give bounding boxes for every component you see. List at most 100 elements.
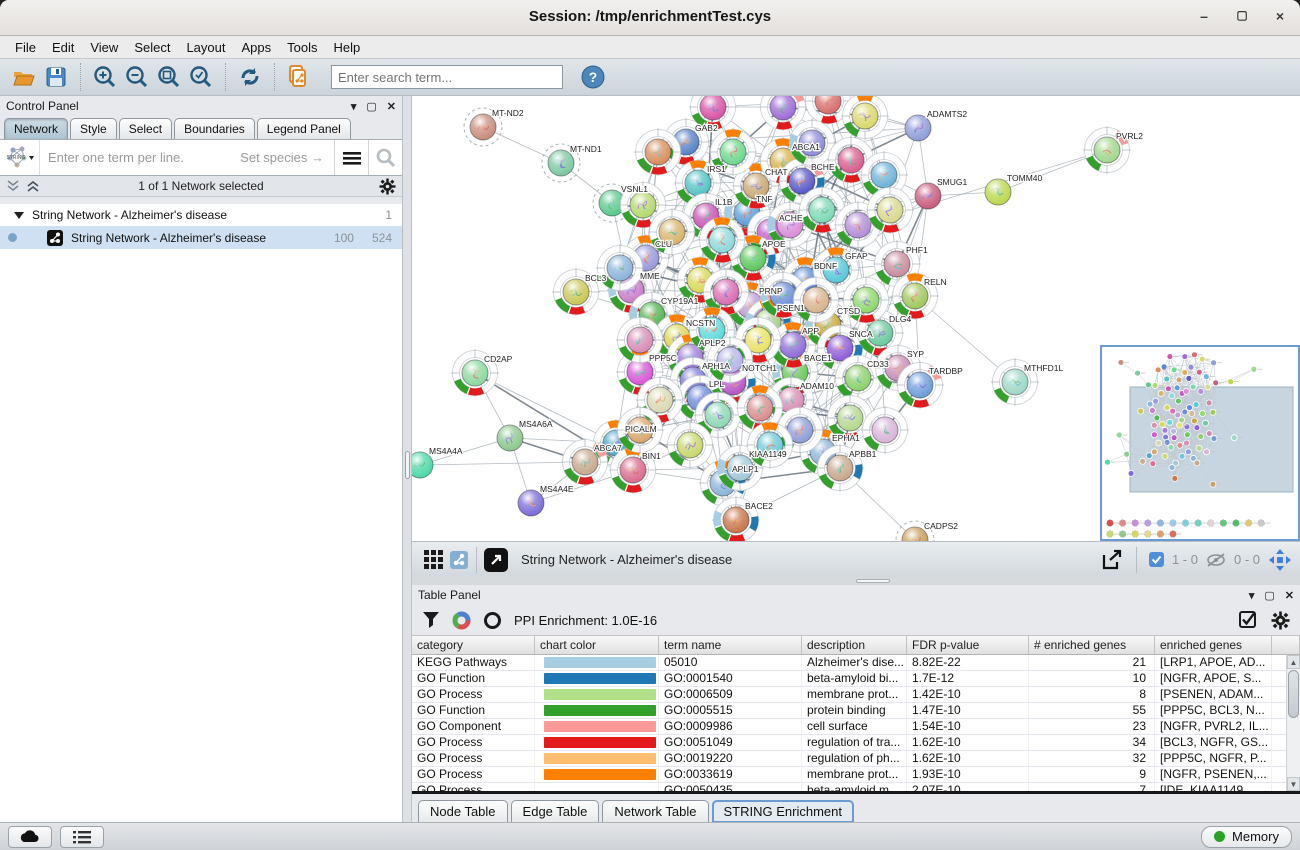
float-panel-icon[interactable]: ▢ — [1264, 589, 1274, 602]
tab-edge-table[interactable]: Edge Table — [511, 800, 600, 823]
tab-network-table[interactable]: Network Table — [602, 800, 708, 823]
birds-eye-toggle-icon[interactable] — [446, 544, 472, 576]
cell-category: GO Process — [412, 687, 535, 702]
app-store-cloud-button[interactable] — [8, 826, 52, 848]
close-button[interactable]: × — [1272, 8, 1288, 24]
svg-text:?: ? — [589, 69, 598, 85]
column-header-chart-color[interactable]: chart color — [535, 635, 659, 655]
column-header-FDR-p-value[interactable]: FDR p-value — [907, 635, 1029, 655]
column-header-term-name[interactable]: term name — [659, 635, 802, 655]
table-row[interactable]: GO ProcessGO:0051049regulation of tra...… — [412, 735, 1300, 751]
tab-node-table[interactable]: Node Table — [418, 800, 508, 823]
edge-count: 524 — [372, 231, 392, 245]
float-panel-icon[interactable]: ▢ — [366, 100, 376, 113]
table-row[interactable]: GO ProcessGO:0019220regulation of ph...1… — [412, 751, 1300, 767]
tab-legend-panel[interactable]: Legend Panel — [257, 118, 351, 139]
table-row[interactable]: GO ProcessGO:0050435beta-amyloid m...2.0… — [412, 783, 1300, 791]
control-panel: Control Panel ▾ ▢ ✕ NetworkStyleSelectBo… — [0, 96, 403, 822]
column-header-description[interactable]: description — [802, 635, 907, 655]
splitter-handle[interactable] — [856, 579, 890, 583]
menu-item-layout[interactable]: Layout — [179, 39, 232, 56]
network-collection-row[interactable]: String Network - Alzheimer's disease 1 — [0, 204, 402, 226]
network-row-selected[interactable]: String Network - Alzheimer's disease 100… — [0, 226, 402, 249]
table-row[interactable]: GO ProcessGO:0006509membrane prot...1.42… — [412, 687, 1300, 703]
refresh-icon[interactable] — [234, 61, 266, 93]
settings-gear-icon[interactable] — [1271, 611, 1290, 630]
scroll-thumb[interactable] — [1288, 670, 1299, 718]
search-input[interactable] — [331, 65, 563, 89]
detach-view-icon[interactable] — [481, 544, 511, 576]
zoom-selected-button[interactable] — [185, 61, 217, 93]
node-label: APP — [802, 326, 819, 336]
network-view-title: String Network - Alzheimer's disease — [521, 552, 732, 567]
column-header-enriched-genes[interactable]: enriched genes — [1155, 635, 1272, 655]
help-icon[interactable]: ? — [577, 61, 609, 93]
tab-string-enrichment[interactable]: STRING Enrichment — [712, 800, 854, 823]
node-label: PHF1 — [906, 245, 928, 255]
draw-charts-icon[interactable] — [452, 611, 471, 630]
menu-item-view[interactable]: View — [83, 39, 125, 56]
table-row[interactable]: GO FunctionGO:0001540beta-amyloid bi...1… — [412, 671, 1300, 687]
node-label: IRS1 — [707, 164, 726, 174]
chart-color-swatch — [544, 737, 656, 748]
hidden-nodes-eye-icon[interactable] — [1206, 552, 1226, 568]
string-options-icon[interactable] — [334, 140, 368, 175]
cell-term-name: GO:0050435 — [659, 783, 802, 791]
close-panel-icon[interactable]: ✕ — [387, 100, 396, 113]
task-history-button[interactable] — [60, 826, 104, 848]
reset-charts-icon[interactable] — [483, 611, 502, 630]
set-species-hint[interactable]: Set species → — [240, 150, 334, 165]
close-panel-icon[interactable]: ✕ — [1285, 589, 1294, 602]
node-label: APOE — [762, 239, 786, 249]
pan-compass-icon[interactable] — [1268, 548, 1292, 572]
zoom-fit-button[interactable] — [153, 61, 185, 93]
horizontal-splitter[interactable] — [412, 577, 1300, 585]
copy-network-button[interactable] — [283, 61, 315, 93]
save-button[interactable] — [40, 61, 72, 93]
string-protein-query-icon[interactable]: STRING — [0, 140, 40, 175]
grid-view-icon[interactable] — [420, 544, 446, 576]
birds-eye-view[interactable] — [1100, 345, 1300, 541]
splitter-handle[interactable] — [405, 451, 410, 479]
tab-boundaries[interactable]: Boundaries — [174, 118, 255, 139]
panel-menu-icon[interactable]: ▾ — [351, 100, 357, 113]
tab-network[interactable]: Network — [4, 118, 68, 139]
minimize-button[interactable]: – — [1196, 8, 1212, 24]
table-scrollbar[interactable]: ▲ ▼ — [1286, 655, 1300, 791]
zoom-in-button[interactable] — [89, 61, 121, 93]
tab-style[interactable]: Style — [70, 118, 117, 139]
menu-item-apps[interactable]: Apps — [235, 39, 279, 56]
tab-select[interactable]: Select — [119, 118, 172, 139]
panel-splitter[interactable] — [403, 96, 412, 822]
scroll-down-icon[interactable]: ▼ — [1287, 777, 1300, 791]
export-network-icon[interactable] — [1100, 548, 1124, 572]
memory-button[interactable]: Memory — [1201, 826, 1292, 848]
select-rows-checkbox-icon[interactable] — [1239, 611, 1257, 629]
table-row[interactable]: GO ProcessGO:0033619membrane prot...1.93… — [412, 767, 1300, 783]
selected-nodes-icon[interactable] — [1149, 552, 1164, 567]
filter-funnel-icon[interactable] — [422, 611, 440, 629]
column-header--enriched-genes[interactable]: # enriched genes — [1029, 635, 1155, 655]
column-header-category[interactable]: category — [412, 635, 535, 655]
menu-item-select[interactable]: Select — [127, 39, 177, 56]
cell-count: 23 — [1029, 719, 1155, 734]
cell-count: 21 — [1029, 655, 1155, 670]
string-search-icon[interactable] — [368, 140, 402, 175]
menu-item-edit[interactable]: Edit — [45, 39, 81, 56]
menu-item-help[interactable]: Help — [327, 39, 368, 56]
chart-color-swatch — [544, 673, 656, 684]
zoom-out-button[interactable] — [121, 61, 153, 93]
open-file-button[interactable] — [8, 61, 40, 93]
protein-node[interactable] — [841, 96, 889, 140]
expander-icon[interactable] — [14, 212, 24, 219]
network-canvas[interactable]: MT-ND2MT-ND1VSNL1GAB2IRS1IL1BTNFCHATABCA… — [412, 96, 1300, 541]
scroll-up-icon[interactable]: ▲ — [1287, 655, 1300, 669]
table-row[interactable]: GO ComponentGO:0009986cell surface1.54E-… — [412, 719, 1300, 735]
table-row[interactable]: KEGG Pathways05010Alzheimer's dise...8.8… — [412, 655, 1300, 671]
table-row[interactable]: GO FunctionGO:0005515protein binding1.47… — [412, 703, 1300, 719]
string-terms-input[interactable]: Enter one term per line.Set species → — [40, 150, 334, 165]
panel-menu-icon[interactable]: ▾ — [1249, 589, 1255, 602]
maximize-button[interactable]: ▢ — [1234, 8, 1250, 24]
menu-item-file[interactable]: File — [8, 39, 43, 56]
menu-item-tools[interactable]: Tools — [280, 39, 324, 56]
